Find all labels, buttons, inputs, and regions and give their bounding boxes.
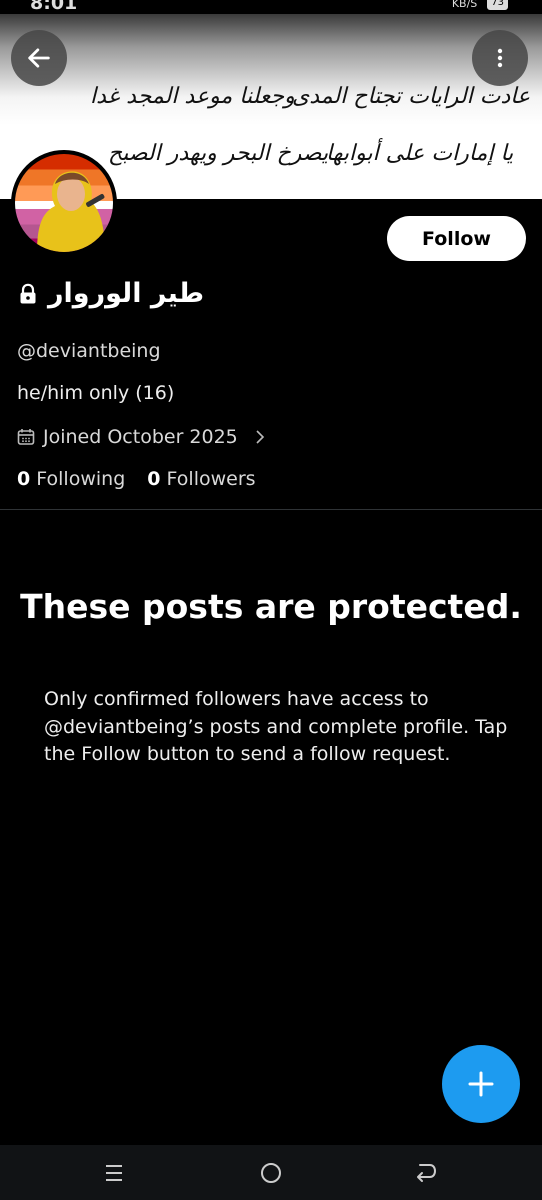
back-nav-button[interactable]: [412, 1159, 440, 1187]
followers-link[interactable]: 0 Followers: [147, 468, 255, 490]
following-label: Following: [36, 468, 126, 490]
status-icons: KB/S 73: [452, 0, 508, 10]
banner-text-line1-left: وجعلنا موعد المجد غدا: [90, 84, 295, 109]
followers-count: 0: [147, 468, 161, 490]
joined-date: Joined October 2025: [43, 426, 238, 448]
more-vertical-icon: [497, 48, 503, 68]
following-count: 0: [17, 468, 31, 490]
system-nav-bar: [0, 1145, 542, 1200]
follow-button[interactable]: Follow: [387, 216, 526, 261]
home-button[interactable]: [257, 1159, 285, 1187]
arrow-left-icon: [28, 48, 50, 68]
status-bar: 8:01 KB/S 73: [0, 0, 542, 14]
battery-icon: 73: [487, 0, 508, 10]
joined-date-row[interactable]: Joined October 2025: [17, 426, 268, 448]
home-circle-icon: [261, 1163, 281, 1183]
network-speed: KB/S: [451, 0, 478, 10]
menu-lines-icon: [106, 1165, 122, 1181]
banner-text-line2-left: يصرخ البحر ويهدر الصبح: [108, 141, 329, 166]
protected-message: Only confirmed followers have access to …: [44, 688, 508, 765]
chevron-right-icon: [256, 430, 264, 444]
recent-apps-button[interactable]: [100, 1159, 128, 1187]
divider: [0, 509, 542, 510]
lock-icon: [20, 283, 36, 303]
compose-button[interactable]: [442, 1045, 520, 1123]
protected-title: These posts are protected.: [20, 587, 522, 626]
more-options-button[interactable]: [472, 30, 528, 86]
following-link[interactable]: 0 Following: [17, 468, 125, 490]
bio: he/him only (16): [17, 382, 175, 404]
followers-label: Followers: [166, 468, 256, 490]
back-arrow-icon: [417, 1164, 436, 1182]
user-handle: @deviantbeing: [17, 340, 161, 362]
back-button[interactable]: [11, 30, 67, 86]
avatar-portrait: [37, 171, 105, 252]
status-time: 8:01: [30, 0, 78, 14]
avatar[interactable]: [11, 150, 117, 256]
banner-text-line2-right: يا إمارات على أبوابها: [326, 141, 514, 166]
follow-counts: 0 Following 0 Followers: [17, 468, 256, 490]
display-name-row: طير الوروار: [18, 278, 204, 309]
calendar-icon: [17, 429, 35, 445]
banner-text-line1-right: عادت الرايات تجتاح المدى: [292, 84, 531, 109]
display-name: طير الوروار: [48, 278, 205, 309]
plus-icon: [468, 1071, 494, 1097]
